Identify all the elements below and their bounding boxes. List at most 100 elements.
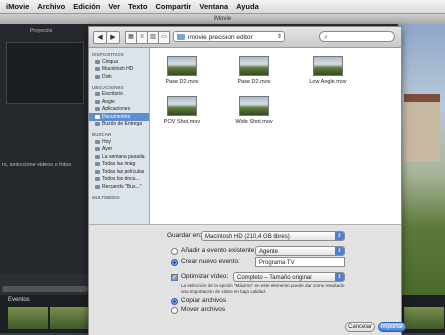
disk-icon [95, 74, 100, 79]
import-dialog: ◀ ▶ ▦ ≡ ▥ ▭ imovie precision editor ⇕ ⌕ … [88, 26, 406, 335]
menu-item-text[interactable]: Texto [128, 2, 147, 11]
applications-icon [95, 107, 100, 112]
file-name: Pase D2.mov [165, 79, 199, 85]
sidebar-item-macintosh-hd[interactable]: Macintosh HD [89, 66, 149, 74]
search-icon: ⌕ [324, 34, 328, 41]
sidebar-item-desktop[interactable]: Escritorio [89, 91, 149, 99]
dialog-sidebar: Dispositivos Cinqua Macintosh HD Disk Ub… [89, 48, 150, 224]
path-label: imovie precision editor [188, 34, 253, 41]
window-title: iMovie [0, 14, 445, 24]
optimize-video-label: Optimizar vídeo: [181, 273, 229, 280]
save-in-popup[interactable]: Macintosh HD (210,4 GB libres) ⇕ [201, 231, 345, 241]
disk-icon [95, 59, 100, 64]
popup-arrow-icon: ⇕ [335, 232, 344, 240]
coverflow-view-button[interactable]: ▭ [158, 31, 170, 44]
menu-item-file[interactable]: Archivo [37, 2, 65, 11]
zoom-slider[interactable] [2, 286, 88, 292]
move-files-radio[interactable] [171, 307, 178, 314]
cancel-button[interactable]: Cancelar [345, 322, 375, 332]
sidebar-item-saved-search[interactable]: Recuerdo "Bus..." [89, 183, 149, 191]
import-button[interactable]: Importar [378, 322, 406, 332]
sidebar-item-all-documents[interactable]: Todos los docu... [89, 176, 149, 184]
sidebar-item-documents[interactable]: Documentos [89, 113, 149, 121]
optimize-video-value: Completo – Tamaño original [237, 275, 312, 281]
existing-event-popup[interactable]: Agente ⇕ [255, 246, 345, 256]
back-button[interactable]: ◀ [93, 31, 107, 44]
smart-folder-icon [95, 184, 100, 189]
dialog-toolbar: ◀ ▶ ▦ ≡ ▥ ▭ imovie precision editor ⇕ ⌕ [89, 27, 401, 48]
copy-files-radio[interactable] [171, 298, 178, 305]
sidebar-item-yesterday[interactable]: Ayer [89, 146, 149, 154]
create-event-label: Crear nuevo evento: [181, 258, 240, 265]
save-in-value: Macintosh HD (210,4 GB libres) [205, 234, 290, 240]
file-item[interactable]: Low Angle.mov [306, 56, 350, 85]
sidebar-item-label: Todas las imág [102, 161, 136, 168]
sidebar-item-label: Hoy [102, 138, 111, 145]
documents-icon [95, 114, 100, 119]
video-thumbnail [167, 56, 197, 76]
existing-event-value: Agente [259, 249, 279, 255]
optimize-note: La selección de la opción "Máximo" en es… [181, 283, 345, 294]
sidebar-item-last-week[interactable]: La semana pasada [89, 153, 149, 161]
sidebar-item-label: Documentos [102, 113, 131, 120]
project-hint-text: rs, seleccione videos o fotos [2, 162, 72, 168]
sidebar-header-places: Ubicaciones [92, 84, 124, 90]
home-icon [95, 99, 100, 104]
forward-button[interactable]: ▶ [106, 31, 120, 44]
sidebar-item-label: Buzón de Entrega [102, 121, 143, 128]
optimize-video-checkbox[interactable]: ✓ [171, 274, 178, 281]
sidebar-item-label: Recuerdo "Bus..." [102, 183, 142, 190]
save-in-label: Guardar en: [167, 232, 202, 239]
path-popup[interactable]: imovie precision editor ⇕ [173, 31, 285, 42]
sidebar-item-label: Ayer [102, 146, 113, 153]
menu-item-help[interactable]: Ayuda [236, 2, 259, 11]
event-clip-thumbnail[interactable] [8, 307, 48, 329]
popup-arrow-icon: ⇕ [335, 273, 344, 281]
search-field[interactable]: ⌕ [319, 31, 395, 42]
projects-label: Proyectos [30, 28, 53, 34]
sidebar-item-label: Escritorio [102, 91, 123, 98]
sidebar-item-label: Aplicaciones [102, 106, 131, 113]
file-browser: Pase D2.mov Pase D2.mov Low Angle.mov PO… [150, 48, 401, 224]
file-name: Low Angle.mov [309, 79, 347, 85]
sidebar-item-home[interactable]: Angie [89, 98, 149, 106]
sidebar-item-dropbox[interactable]: Buzón de Entrega [89, 121, 149, 129]
menu-item-edit[interactable]: Edición [73, 2, 100, 11]
sidebar-item-all-movies[interactable]: Todas las películas [89, 168, 149, 176]
file-item[interactable]: POV Shot.mov [160, 96, 204, 125]
project-thumbnail[interactable] [6, 42, 84, 104]
sidebar-item-applications[interactable]: Aplicaciones [89, 106, 149, 114]
menu-item-view[interactable]: Ver [108, 2, 120, 11]
sidebar-item-cinqua[interactable]: Cinqua [89, 58, 149, 66]
optimize-video-popup[interactable]: Completo – Tamaño original ⇕ [233, 272, 345, 282]
sidebar-item-label: Disk [102, 73, 112, 80]
sidebar-item-disk[interactable]: Disk [89, 73, 149, 81]
sidebar-item-label: Macintosh HD [102, 66, 134, 73]
new-event-name-field[interactable]: Programa TV [255, 257, 345, 267]
event-clip-thumbnail[interactable] [404, 307, 444, 329]
file-item[interactable]: Wide Shot.mov [232, 96, 276, 125]
event-clip-thumbnail[interactable] [50, 307, 90, 329]
folder-icon [177, 34, 185, 40]
file-item[interactable]: Pase D2.mov [160, 56, 204, 85]
video-thumbnail [167, 96, 197, 116]
video-thumbnail [239, 56, 269, 76]
file-item[interactable]: Pase D2.mov [232, 56, 276, 85]
add-to-event-radio[interactable] [171, 248, 178, 255]
menu-item-app[interactable]: iMovie [6, 2, 29, 11]
sidebar-item-label: Todas las películas [102, 168, 145, 175]
smart-folder-icon [95, 162, 100, 167]
menu-item-window[interactable]: Ventana [199, 2, 228, 11]
updown-arrows-icon: ⇕ [276, 34, 282, 40]
video-thumbnail [313, 56, 343, 76]
file-name: POV Shot.mov [163, 119, 201, 125]
smart-folder-icon [95, 169, 100, 174]
create-event-radio[interactable] [171, 259, 178, 266]
clock-icon [95, 139, 100, 144]
dropbox-folder-icon [95, 122, 100, 127]
sidebar-item-today[interactable]: Hoy [89, 138, 149, 146]
menu-item-share[interactable]: Compartir [156, 2, 192, 11]
sidebar-item-all-images[interactable]: Todas las imág [89, 161, 149, 169]
sidebar-header-media: Multimedia [92, 194, 120, 200]
file-name: Pase D2.mov [237, 79, 271, 85]
